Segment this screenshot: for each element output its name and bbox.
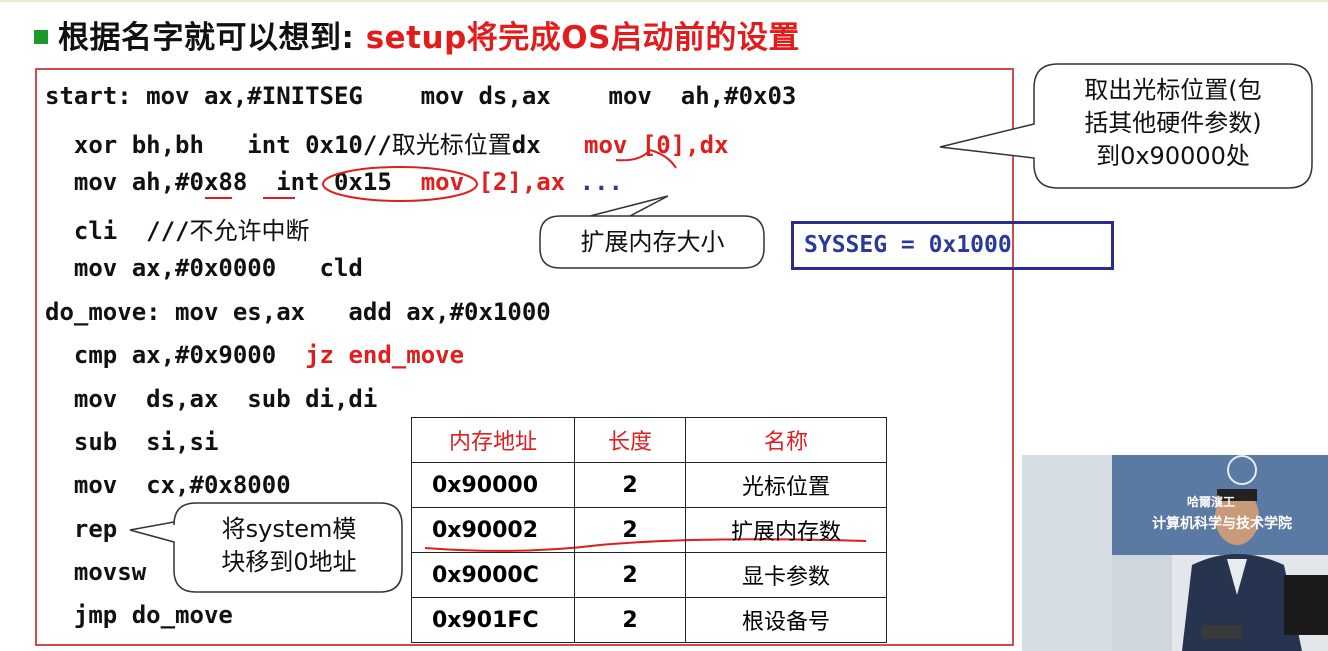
memory-layout-table: 内存地址 长度 名称 0x90000 2 光标位置 0x90002 2 扩展内存… [411,417,887,643]
code-text: mov ax,#0x0000 cld [45,254,363,282]
cell-address: 0x90000 [411,462,575,508]
code-text: jmp do_move [45,601,233,629]
cell-address: 0x901FC [411,597,575,643]
extmem-callout-text: 扩展内存大小 [580,228,725,256]
code-line-1: start: mov ax,#INITSEG mov ds,ax mov ah,… [45,82,796,110]
code-line-4: cli ///不允许中断 [45,211,310,246]
code-line-6: do_move: mov es,ax add ax,#0x1000 [45,298,551,326]
code-text: cli /// [45,217,190,245]
cell-length: 2 [574,552,686,598]
square-bullet-icon [34,30,48,44]
table-header-row: 内存地址 长度 名称 [411,417,887,463]
cell-name: 光标位置 [685,462,887,508]
code-text: dx [511,131,585,159]
title-prefix: 根据名字就可以想到: [58,20,366,56]
code-comment: 取光标位置 [391,131,512,159]
code-comment: 不允许中断 [189,217,310,245]
code-text: mov ds,ax sub di,di [45,385,378,413]
cell-name: 扩展内存数 [685,507,887,553]
cell-length: 2 [574,507,686,553]
callout-line: 到0x90000处 [1096,142,1250,170]
sysseg-box: SYSSEG = 0x1000 [791,221,1114,270]
code-line-12: movsw [45,558,146,586]
column-header: 名称 [685,417,887,463]
cell-length: 2 [574,462,686,508]
code-text: sub si,si [45,428,219,456]
column-header: 内存地址 [411,417,575,463]
cell-name: 根设备号 [685,597,887,643]
slide-title: 根据名字就可以想到: setup将完成OS启动前的设置 [34,12,800,57]
code-text: mov ah,#0x88 int 0x15 [45,168,421,196]
top-rule [0,0,1328,2]
code-line-7: cmp ax,#0x9000 jz end_move [45,341,464,369]
callout-line: 将system模 [221,515,357,543]
callout-line: 块移到0地址 [221,548,357,576]
code-line-8: mov ds,ax sub di,di [45,385,377,413]
callout-line: 取出光标位置(包 [1084,76,1262,104]
code-highlight: jz end_move [305,341,465,369]
cell-address: 0x90002 [411,507,575,553]
code-line-9: sub si,si [45,428,219,456]
cell-name: 显卡参数 [685,552,887,598]
presenter-video: 哈爾濱工 计算机科学与技术学院 [1022,455,1328,651]
cell-length: 2 [574,597,686,643]
code-text: rep [45,515,118,543]
code-line-11: rep [45,515,117,543]
cursor-callout-text: 取出光标位置(包 括其他硬件参数) 到0x90000处 [1040,74,1306,173]
department-sign-text: 计算机科学与技术学院 [1152,516,1292,532]
cell-address: 0x9000C [411,552,575,598]
code-line-5: mov ax,#0x0000 cld [45,254,363,282]
code-text: cmp ax,#0x9000 [45,341,306,369]
code-ellipsis: ... [565,168,623,196]
table-row: 0x90000 2 光标位置 [411,462,887,508]
callout-line: 括其他硬件参数) [1084,109,1262,137]
title-highlight: setup将完成OS启动前的设置 [365,20,800,56]
code-text: movsw [45,558,147,586]
code-highlight: mov [2],ax [420,168,566,196]
university-logo-text: 哈爾濱工 [1187,495,1236,509]
presenter-video-frame [1022,455,1328,651]
code-text: xor bh,bh int 0x10// [45,131,392,159]
code-text: start: mov ax,#INITSEG mov ds,ax mov ah,… [45,82,797,110]
column-header: 长度 [574,417,686,463]
table-row: 0x901FC 2 根设备号 [411,597,887,643]
code-line-10: mov cx,#0x8000 [45,471,291,499]
table-row: 0x9000C 2 显卡参数 [411,552,887,598]
code-highlight: mov [0],dx [584,131,729,159]
code-text: mov cx,#0x8000 [45,471,291,499]
table-row: 0x90002 2 扩展内存数 [411,507,887,553]
code-line-13: jmp do_move [45,601,233,629]
code-line-2: xor bh,bh int 0x10//取光标位置dx mov [0],dx [45,125,729,160]
code-line-3: mov ah,#0x88 int 0x15 mov [2],ax ... [45,168,623,196]
code-text: do_move: mov es,ax add ax,#0x1000 [45,298,551,326]
move-callout-text: 将system模 块移到0地址 [178,513,400,579]
